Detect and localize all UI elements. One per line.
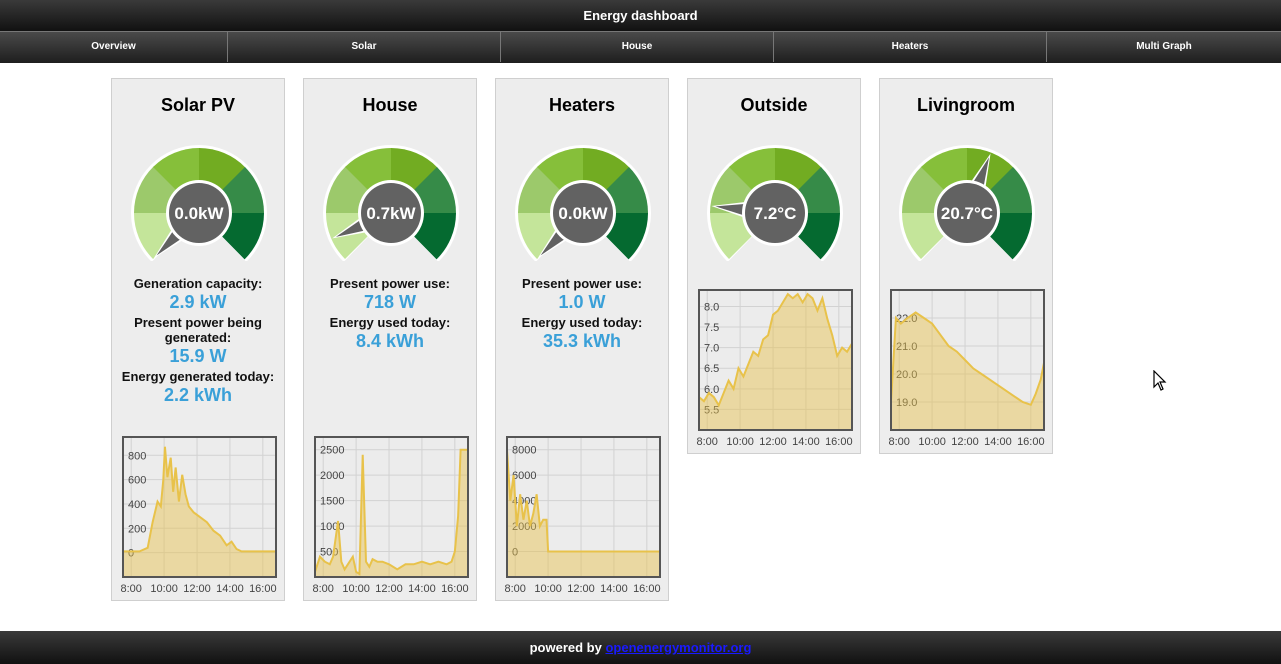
panel-title: Heaters (548, 95, 616, 115)
energy-generated-today-label: Energy generated today: (121, 369, 275, 384)
panel-title: Outside (740, 95, 808, 115)
chart-y-tick-label: 200 (128, 523, 146, 535)
present-power-use-value: 718 W (363, 292, 417, 312)
chart-y-tick-label: 800 (128, 450, 146, 462)
app-title-bar: Energy dashboard (0, 0, 1281, 31)
main-nav: Overview Solar House Heaters Multi Graph (0, 31, 1281, 63)
chart-x-tick-label: 16:00 (249, 583, 277, 595)
chart-x-tick-label: 16:00 (633, 583, 661, 595)
chart-x-tick-label: 10:00 (150, 583, 178, 595)
present-power-use-value: 1.0 W (558, 292, 606, 312)
solar-pv-stats: Generation capacity: 2.9 kW Present powe… (112, 276, 284, 408)
chart-y-tick-label: 2000 (320, 470, 344, 482)
footer-prefix: powered by (529, 640, 602, 655)
chart-x-tick-label: 12:00 (183, 583, 211, 595)
chart-y-tick-label: 8.0 (704, 301, 719, 313)
chart-x-tick-label: 8:00 (697, 436, 718, 448)
energy-used-today-label: Energy used today: (329, 315, 451, 330)
chart-x-tick-label: 16:00 (825, 436, 853, 448)
chart-x-tick-label: 14:00 (408, 583, 436, 595)
energy-generated-today-value: 2.2 kWh (163, 385, 233, 405)
chart-y-tick-label: 8000 (512, 445, 536, 457)
chart-x-tick-label: 16:00 (1017, 436, 1045, 448)
livingroom-gauge: 20.7°C (899, 145, 1035, 261)
mouse-pointer-icon (1153, 370, 1167, 391)
livingroom-chart: 8:00 10:00 12:00 14:00 16:0022.021.020.019.0 (889, 289, 1045, 448)
generation-capacity-label: Generation capacity: (133, 276, 263, 291)
chart-y-tick-label: 6000 (512, 470, 536, 482)
openenergymonitor-link[interactable]: openenergymonitor.org (605, 640, 751, 655)
solar-pv-panel: Solar PV 0.0kW Generation capacity: 2.9 … (111, 78, 285, 601)
heaters-gauge: 0.0kW (515, 145, 651, 261)
nav-house[interactable]: House (501, 32, 774, 62)
outside-chart: 8:00 10:00 12:00 14:00 16:008.07.57.06.56.05… (697, 289, 853, 448)
energy-used-today-label: Energy used today: (521, 315, 643, 330)
generation-capacity-value: 2.9 kW (169, 292, 227, 312)
house-gauge: 0.7kW (323, 145, 459, 261)
chart-x-tick-label: 10:00 (534, 583, 562, 595)
heaters-chart: 8:00 10:00 12:00 14:00 16:008000600040002000… (505, 436, 661, 595)
house-chart: 8:00 10:00 12:00 14:00 16:00 2500 2000 1500 1000… (313, 436, 469, 595)
chart-y-tick-label: 1000 (320, 521, 344, 533)
present-power-use-label: Present power use: (330, 276, 450, 291)
chart-x-tick-label: 8:00 (505, 583, 526, 595)
outside-gauge: 7.2°C (707, 145, 843, 261)
gauge-value: 0.7kW (366, 204, 416, 223)
chart-x-tick-label: 12:00 (375, 583, 403, 595)
gauge-value: 20.7°C (941, 204, 993, 223)
heaters-panel: Heaters 0.0kW Present power use: 1.0 W E… (495, 78, 669, 601)
chart-y-tick-label: 7.0 (704, 343, 719, 355)
panel-title: House (362, 95, 418, 115)
chart-x-tick-label: 14:00 (984, 436, 1012, 448)
heaters-stats: Present power use: 1.0 W Energy used tod… (496, 276, 668, 354)
nav-heaters[interactable]: Heaters (774, 32, 1047, 62)
chart-x-tick-label: 12:00 (951, 436, 979, 448)
gauge-value: 0.0kW (174, 204, 224, 223)
house-panel: House 0.7kW Present power use: 718 W Ene… (303, 78, 477, 601)
chart-y-tick-label: 2500 (320, 445, 344, 457)
chart-x-tick-label: 8:00 (313, 583, 334, 595)
energy-used-today-value: 35.3 kWh (542, 331, 622, 351)
present-power-generated-label: Present power being generated: (134, 315, 262, 345)
gauge-value: 0.0kW (558, 204, 608, 223)
chart-x-tick-label: 14:00 (216, 583, 244, 595)
chart-y-tick-label: 400 (128, 499, 146, 511)
solar-pv-gauge: 0.0kW (131, 145, 267, 261)
nav-overview[interactable]: Overview (0, 32, 228, 62)
chart-y-tick-label: 600 (128, 475, 146, 487)
gauge-value: 7.2°C (754, 204, 797, 223)
nav-multi-graph[interactable]: Multi Graph (1047, 32, 1281, 62)
chart-x-tick-label: 10:00 (726, 436, 754, 448)
present-power-generated-value: 15.9 W (169, 346, 227, 366)
panel-title: Livingroom (917, 95, 1015, 115)
app-title: Energy dashboard (583, 8, 698, 23)
house-stats: Present power use: 718 W Energy used tod… (304, 276, 476, 354)
chart-x-tick-label: 8:00 (889, 436, 910, 448)
chart-y-tick-label: 6.5 (704, 363, 719, 375)
chart-x-tick-label: 12:00 (567, 583, 595, 595)
chart-x-tick-label: 10:00 (342, 583, 370, 595)
chart-x-tick-label: 8:00 (121, 583, 142, 595)
solar-pv-chart: 8:00 10:00 12:00 14:00 16:008006004002000 (121, 436, 277, 595)
chart-y-tick-label: 7.5 (704, 322, 719, 334)
nav-solar[interactable]: Solar (228, 32, 501, 62)
outside-panel: Outside 7.2°C 8:00 10:00 12:00 14:00 16:00 8.… (687, 78, 861, 454)
present-power-use-label: Present power use: (522, 276, 642, 291)
chart-x-tick-label: 12:00 (759, 436, 787, 448)
panel-title: Solar PV (160, 95, 236, 115)
chart-x-tick-label: 10:00 (918, 436, 946, 448)
chart-x-tick-label: 14:00 (792, 436, 820, 448)
energy-used-today-value: 8.4 kWh (355, 331, 425, 351)
chart-y-tick-label: 1500 (320, 496, 344, 508)
chart-x-tick-label: 16:00 (441, 583, 469, 595)
chart-x-tick-label: 14:00 (600, 583, 628, 595)
footer: powered by openenergymonitor.org (0, 631, 1281, 664)
livingroom-panel: Livingroom 20.7°C 8:00 10:00 12:00 14:00 16:… (879, 78, 1053, 454)
